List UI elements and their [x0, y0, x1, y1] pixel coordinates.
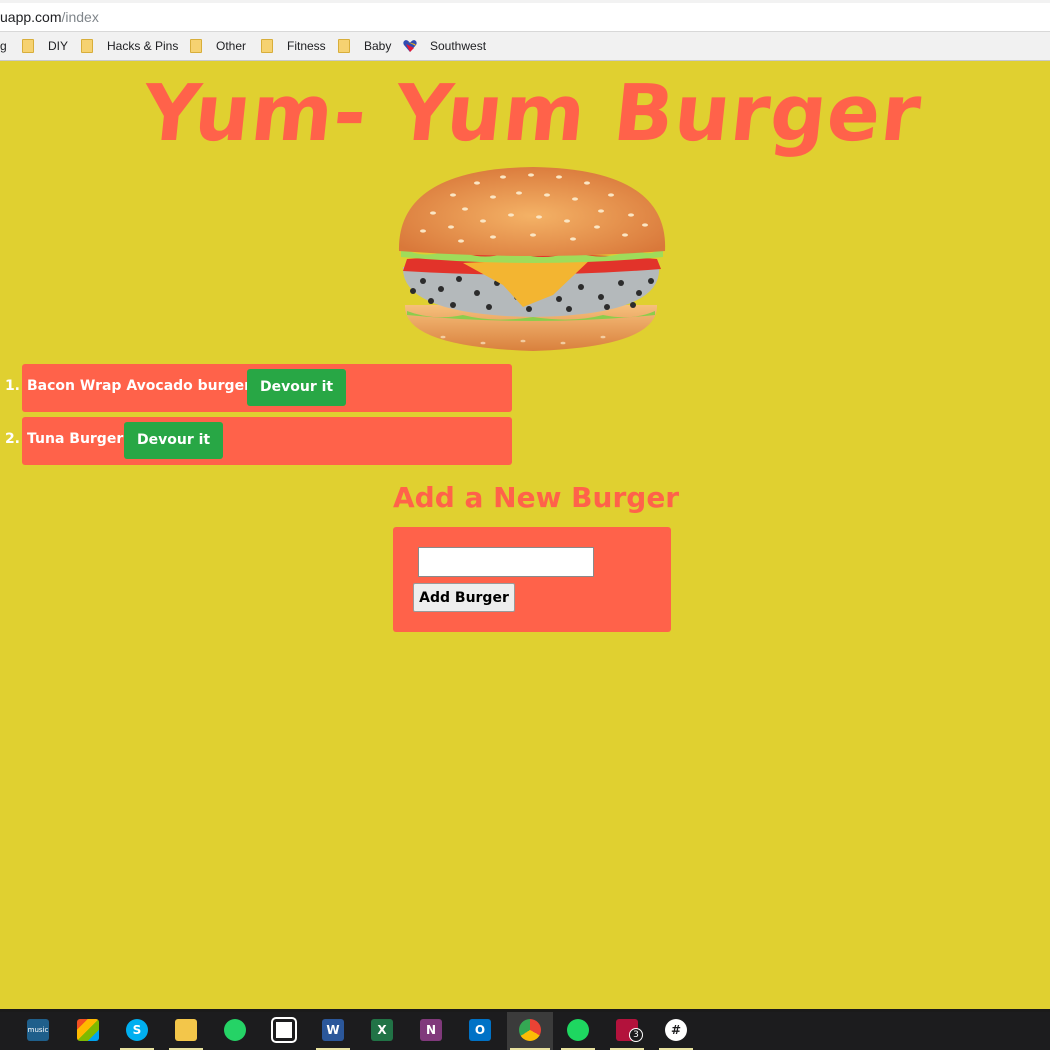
folder-icon [338, 39, 350, 53]
whatsapp-icon [224, 1019, 246, 1041]
taskbar-app-amazon-music[interactable]: music [18, 1012, 58, 1050]
taskbar-app-photos[interactable] [68, 1012, 108, 1050]
burger-name: Bacon Wrap Avocado burger [27, 378, 251, 394]
taskbar-app-spotify[interactable] [558, 1012, 598, 1050]
excel-icon: X [371, 1019, 393, 1041]
onenote-icon: N [420, 1019, 442, 1041]
chrome-icon [519, 1019, 541, 1041]
add-burger-form: Add Burger [393, 527, 671, 632]
taskbar-app-whatsapp[interactable] [215, 1012, 255, 1050]
page-title: Yum- Yum Burger [138, 69, 926, 159]
bookmark-other[interactable]: Other [216, 32, 246, 60]
taskbar-app-outlook[interactable]: O [460, 1012, 500, 1050]
notification-badge: 3 [629, 1028, 643, 1042]
add-burger-button[interactable]: Add Burger [413, 583, 515, 612]
taskbar-app-slack[interactable]: # [656, 1012, 696, 1050]
burger-name-input[interactable] [418, 547, 594, 577]
url-path: /index [61, 9, 99, 25]
bookmark-baby[interactable]: Baby [364, 32, 391, 60]
taskbar-app-badge[interactable]: 3 [607, 1012, 647, 1050]
amazon-music-icon: music [27, 1019, 49, 1041]
spotify-icon [567, 1019, 589, 1041]
slack-icon: # [665, 1019, 687, 1041]
file-explorer-icon [175, 1019, 197, 1041]
address-bar[interactable]: uapp.com/index [0, 0, 1050, 32]
taskbar-app-chrome[interactable] [507, 1012, 553, 1050]
item-number: 1. [4, 378, 20, 394]
add-burger-heading: Add a New Burger [393, 481, 680, 514]
taskbar-app-excel[interactable]: X [362, 1012, 402, 1050]
bookmark-diy[interactable]: DIY [48, 32, 68, 60]
folder-icon [261, 39, 273, 53]
item-number: 2. [4, 431, 20, 447]
devour-button[interactable]: Devour it [124, 422, 224, 459]
calendar-icon [271, 1017, 297, 1043]
list-item: 1. Bacon Wrap Avocado burger Devour it [5, 364, 512, 412]
bookmark-partial[interactable]: g [0, 32, 7, 60]
taskbar-app-skype[interactable]: S [117, 1012, 157, 1050]
bookmark-hacks-pins[interactable]: Hacks & Pins [107, 32, 178, 60]
bookmarks-bar: g DIY Hacks & Pins Other Fitness Baby So… [0, 32, 1050, 61]
taskbar-app-word[interactable]: W [313, 1012, 353, 1050]
devour-button[interactable]: Devour it [247, 369, 347, 406]
bookmark-fitness[interactable]: Fitness [287, 32, 326, 60]
url-host: uapp.com [0, 9, 62, 25]
folder-icon [81, 39, 93, 53]
folder-icon [190, 39, 202, 53]
burger-image [398, 167, 666, 351]
taskbar-app-onenote[interactable]: N [411, 1012, 451, 1050]
photos-icon [77, 1019, 99, 1041]
bookmark-southwest[interactable]: Southwest [430, 32, 486, 60]
taskbar-app-file-explorer[interactable] [166, 1012, 206, 1050]
taskbar: music S W X N O 3 # [0, 1012, 1050, 1050]
folder-icon [22, 39, 34, 53]
list-item: 2. Tuna Burger Devour it [5, 417, 512, 465]
outlook-icon: O [469, 1019, 491, 1041]
word-icon: W [322, 1019, 344, 1041]
burger-name: Tuna Burger [27, 431, 124, 447]
skype-icon: S [126, 1019, 148, 1041]
southwest-heart-icon [403, 40, 417, 52]
taskbar-app-calendar[interactable] [264, 1012, 304, 1050]
